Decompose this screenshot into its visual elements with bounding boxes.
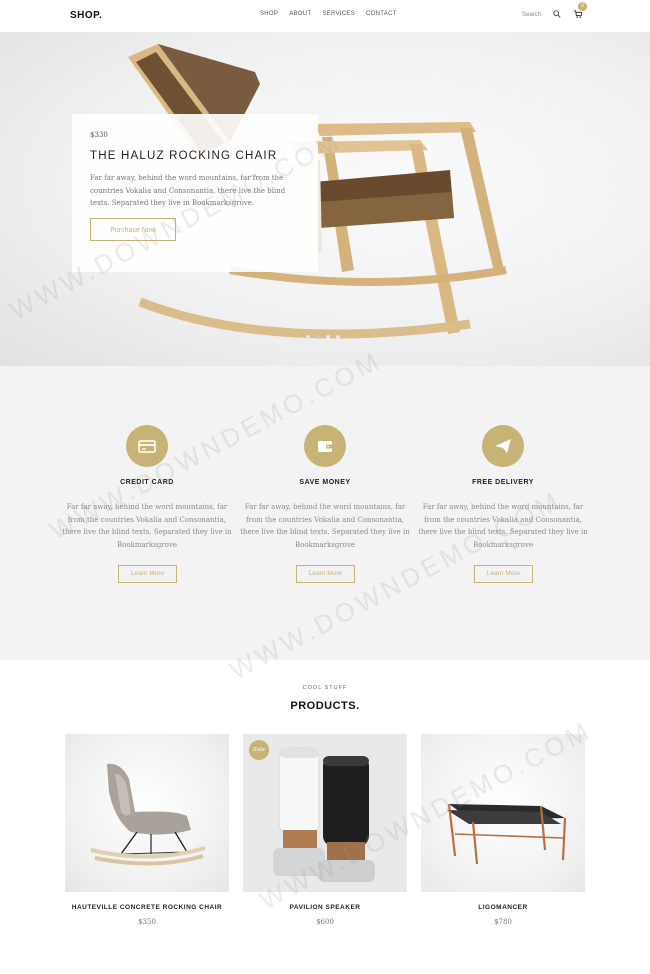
learn-more-button[interactable]: Learn More: [474, 565, 533, 583]
product-price: $350: [138, 918, 156, 926]
search-input[interactable]: Search: [522, 12, 541, 18]
wallet-icon: [318, 441, 332, 452]
speaker-image: [273, 747, 375, 882]
hero-price: $330: [90, 131, 108, 139]
hero-card: $330 THE HALUZ ROCKING CHAIR Far far awa…: [72, 114, 318, 272]
hero-slider: $330 THE HALUZ ROCKING CHAIR Far far awa…: [0, 32, 650, 366]
services-section: CREDIT CARD Far far away, behind the wor…: [0, 366, 650, 660]
top-navbar: SHOP. SHOP ABOUT SERVICES CONTACT Search…: [0, 0, 650, 32]
learn-more-button[interactable]: Learn More: [296, 565, 355, 583]
search-icon[interactable]: [553, 10, 561, 18]
credit-card-icon: [138, 440, 156, 453]
product-image[interactable]: [421, 734, 585, 892]
brand-logo[interactable]: SHOP.: [70, 10, 102, 21]
hero-description: Far far away, behind the word mountains,…: [90, 174, 286, 207]
slider-dot-4[interactable]: [336, 335, 340, 339]
rocking-chair-image: [90, 763, 206, 866]
main-menu: SHOP ABOUT SERVICES CONTACT: [260, 11, 397, 17]
product-name[interactable]: HAUTEVILLE CONCRETE ROCKING CHAIR: [65, 904, 229, 911]
section-title: PRODUCTS.: [290, 700, 360, 712]
service-credit-card: CREDIT CARD Far far away, behind the wor…: [57, 366, 237, 660]
hero-title: THE HALUZ ROCKING CHAIR: [90, 150, 278, 162]
product-image[interactable]: [65, 734, 229, 892]
service-text: Far far away, behind the word mountains,…: [62, 503, 232, 549]
product-name[interactable]: PAVILION SPEAKER: [243, 904, 407, 911]
service-icon-circle: [126, 425, 168, 467]
service-save-money: SAVE MONEY Far far away, behind the word…: [235, 366, 415, 660]
product-price: $780: [494, 918, 512, 926]
bench-image: [447, 803, 567, 865]
service-text: Far far away, behind the word mountains,…: [418, 503, 588, 549]
service-title: SAVE MONEY: [299, 479, 351, 486]
cart-count-badge: 0: [578, 2, 587, 11]
purchase-now-button[interactable]: Purchase Now: [90, 218, 176, 241]
service-title: CREDIT CARD: [120, 479, 174, 486]
slider-dots: [306, 335, 340, 339]
cart-icon[interactable]: [574, 10, 582, 18]
service-icon-circle: [304, 425, 346, 467]
menu-item-contact[interactable]: CONTACT: [366, 11, 397, 17]
product-name[interactable]: LIGOMANCER: [421, 904, 585, 911]
service-icon-circle: [482, 425, 524, 467]
section-eyebrow: COOL STUFF: [302, 685, 348, 691]
sale-badge: Sale: [249, 740, 269, 760]
product-price: $600: [316, 918, 334, 926]
learn-more-button[interactable]: Learn More: [118, 565, 177, 583]
menu-item-shop[interactable]: SHOP: [260, 11, 278, 17]
paper-plane-icon: [495, 439, 511, 453]
menu-item-services[interactable]: SERVICES: [322, 11, 355, 17]
slider-dot-3[interactable]: [326, 335, 330, 339]
slider-dot-1[interactable]: [306, 335, 310, 339]
service-free-delivery: FREE DELIVERY Far far away, behind the w…: [413, 366, 593, 660]
products-section: COOL STUFF PRODUCTS. HAUTEVILLE CONCRETE…: [0, 660, 650, 974]
slider-dot-2[interactable]: [316, 335, 320, 339]
product-image[interactable]: Sale: [243, 734, 407, 892]
service-title: FREE DELIVERY: [472, 479, 534, 486]
menu-item-about[interactable]: ABOUT: [289, 11, 311, 17]
service-text: Far far away, behind the word mountains,…: [240, 503, 410, 549]
